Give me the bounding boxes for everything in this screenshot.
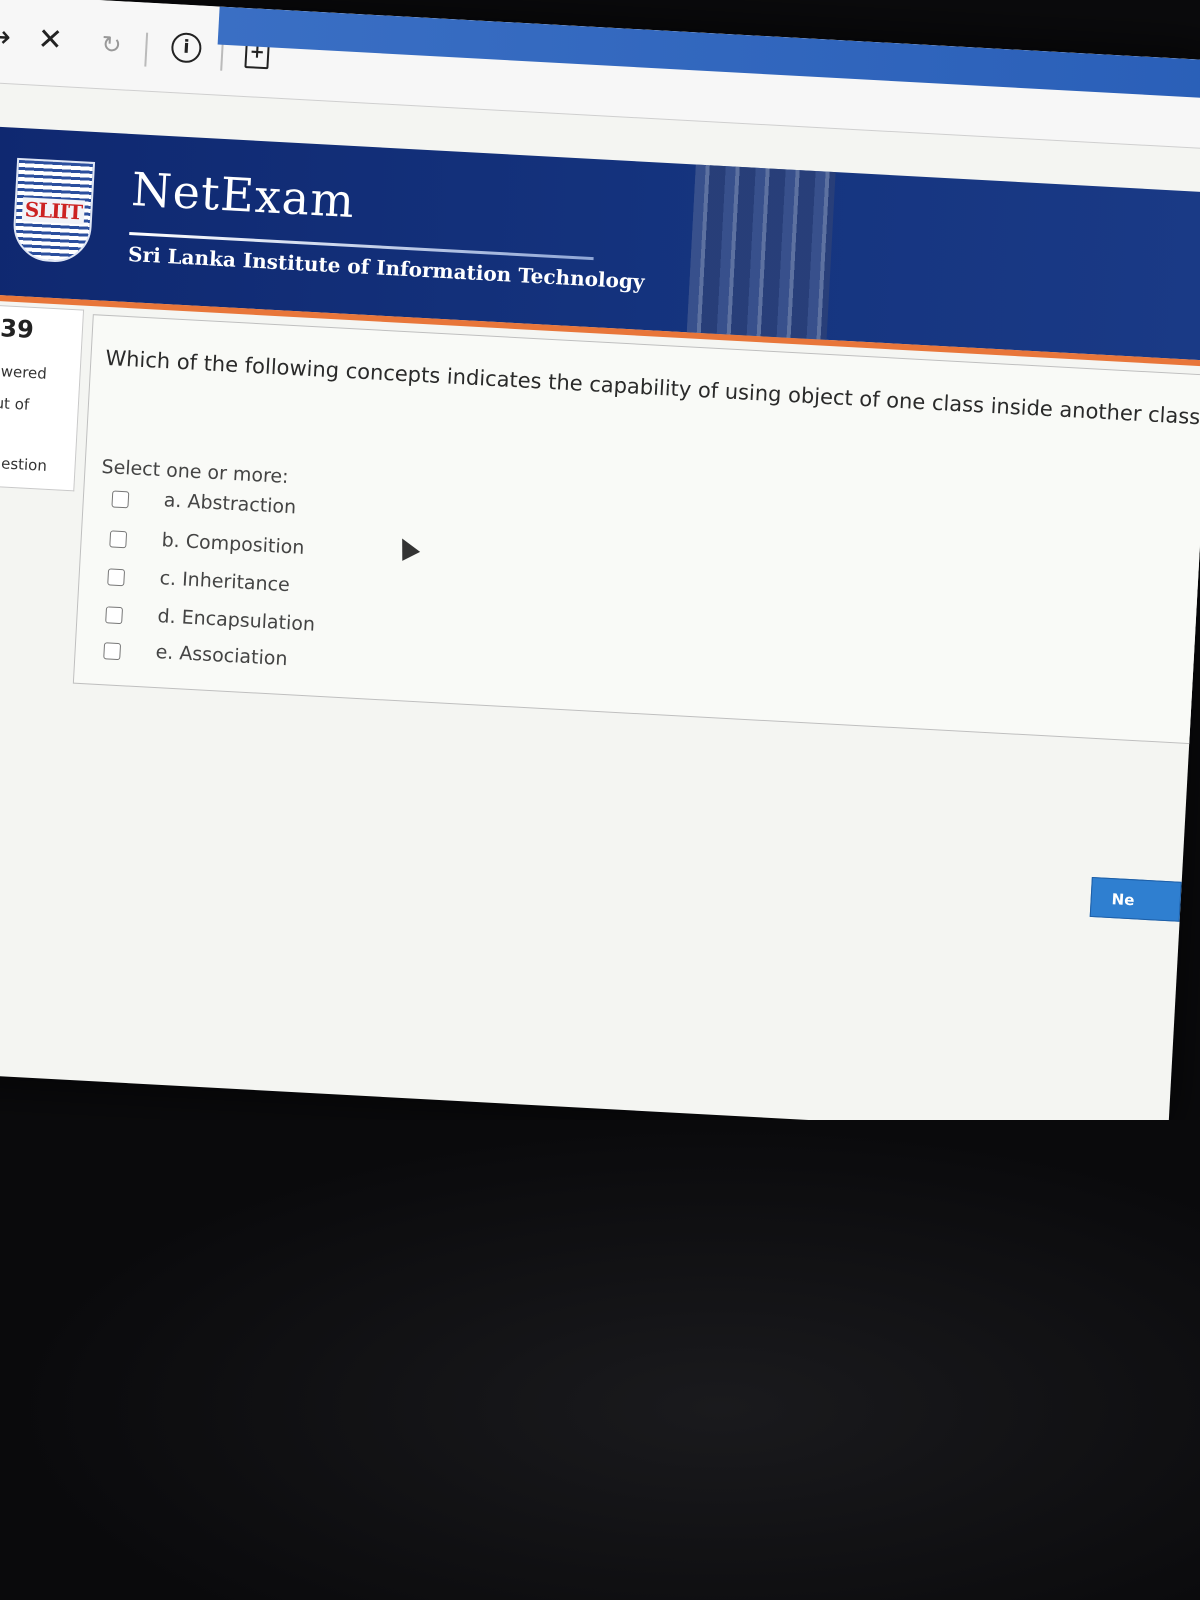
answer-option[interactable]: e. Association — [103, 638, 288, 670]
answer-prompt: Select one or more: — [101, 455, 290, 488]
answer-checkbox[interactable] — [109, 530, 128, 549]
laptop-screen: → ✕ ↻ i + SLIIT NetExam Sri Lanka Instit… — [0, 0, 1200, 1140]
question-number-value: 39 — [0, 314, 35, 344]
answer-option[interactable]: b. Composition — [109, 526, 305, 559]
question-state: t answered — [0, 360, 48, 383]
next-page-button[interactable]: Ne — [1089, 876, 1182, 922]
toolbar-divider — [144, 32, 149, 67]
logo-text: SLIIT — [22, 197, 85, 225]
sliit-logo: SLIIT — [11, 157, 96, 264]
question-info-panel: on 39 t answered ed out of ag question — [0, 303, 85, 492]
answer-option[interactable]: d. Encapsulation — [105, 602, 316, 636]
question-grade: ed out of — [0, 392, 30, 414]
answer-option[interactable]: a. Abstraction — [111, 486, 297, 518]
browser-tab-strip — [217, 6, 1200, 100]
answer-option-label: c. Inheritance — [159, 567, 291, 597]
answer-checkbox[interactable] — [111, 490, 130, 509]
answer-option-label: e. Association — [155, 641, 289, 671]
answer-option-label: d. Encapsulation — [157, 605, 316, 636]
question-text: Which of the following concepts indicate… — [104, 345, 1200, 430]
answer-checkbox[interactable] — [103, 642, 122, 661]
forward-arrow-icon[interactable]: → — [0, 19, 12, 55]
answer-checkbox[interactable] — [107, 568, 126, 587]
question-panel: Which of the following concepts indicate… — [72, 314, 1200, 745]
institute-name: Sri Lanka Institute of Information Techn… — [127, 241, 646, 294]
laptop-bezel — [0, 1120, 1200, 1600]
answer-option-label: a. Abstraction — [163, 489, 297, 519]
answer-checkbox[interactable] — [105, 606, 124, 625]
reload-icon[interactable]: ↻ — [101, 30, 123, 59]
browser-toolbar: → ✕ ↻ i + — [0, 0, 1200, 150]
flag-question-link[interactable]: ag question — [0, 452, 47, 475]
question-number: on 39 — [0, 312, 34, 344]
header-photo — [686, 164, 836, 340]
answer-option-label: b. Composition — [161, 529, 305, 559]
info-icon[interactable]: i — [170, 32, 203, 64]
brand-name: NetExam — [130, 162, 357, 229]
answer-option[interactable]: c. Inheritance — [107, 564, 290, 596]
close-icon[interactable]: ✕ — [37, 22, 64, 58]
